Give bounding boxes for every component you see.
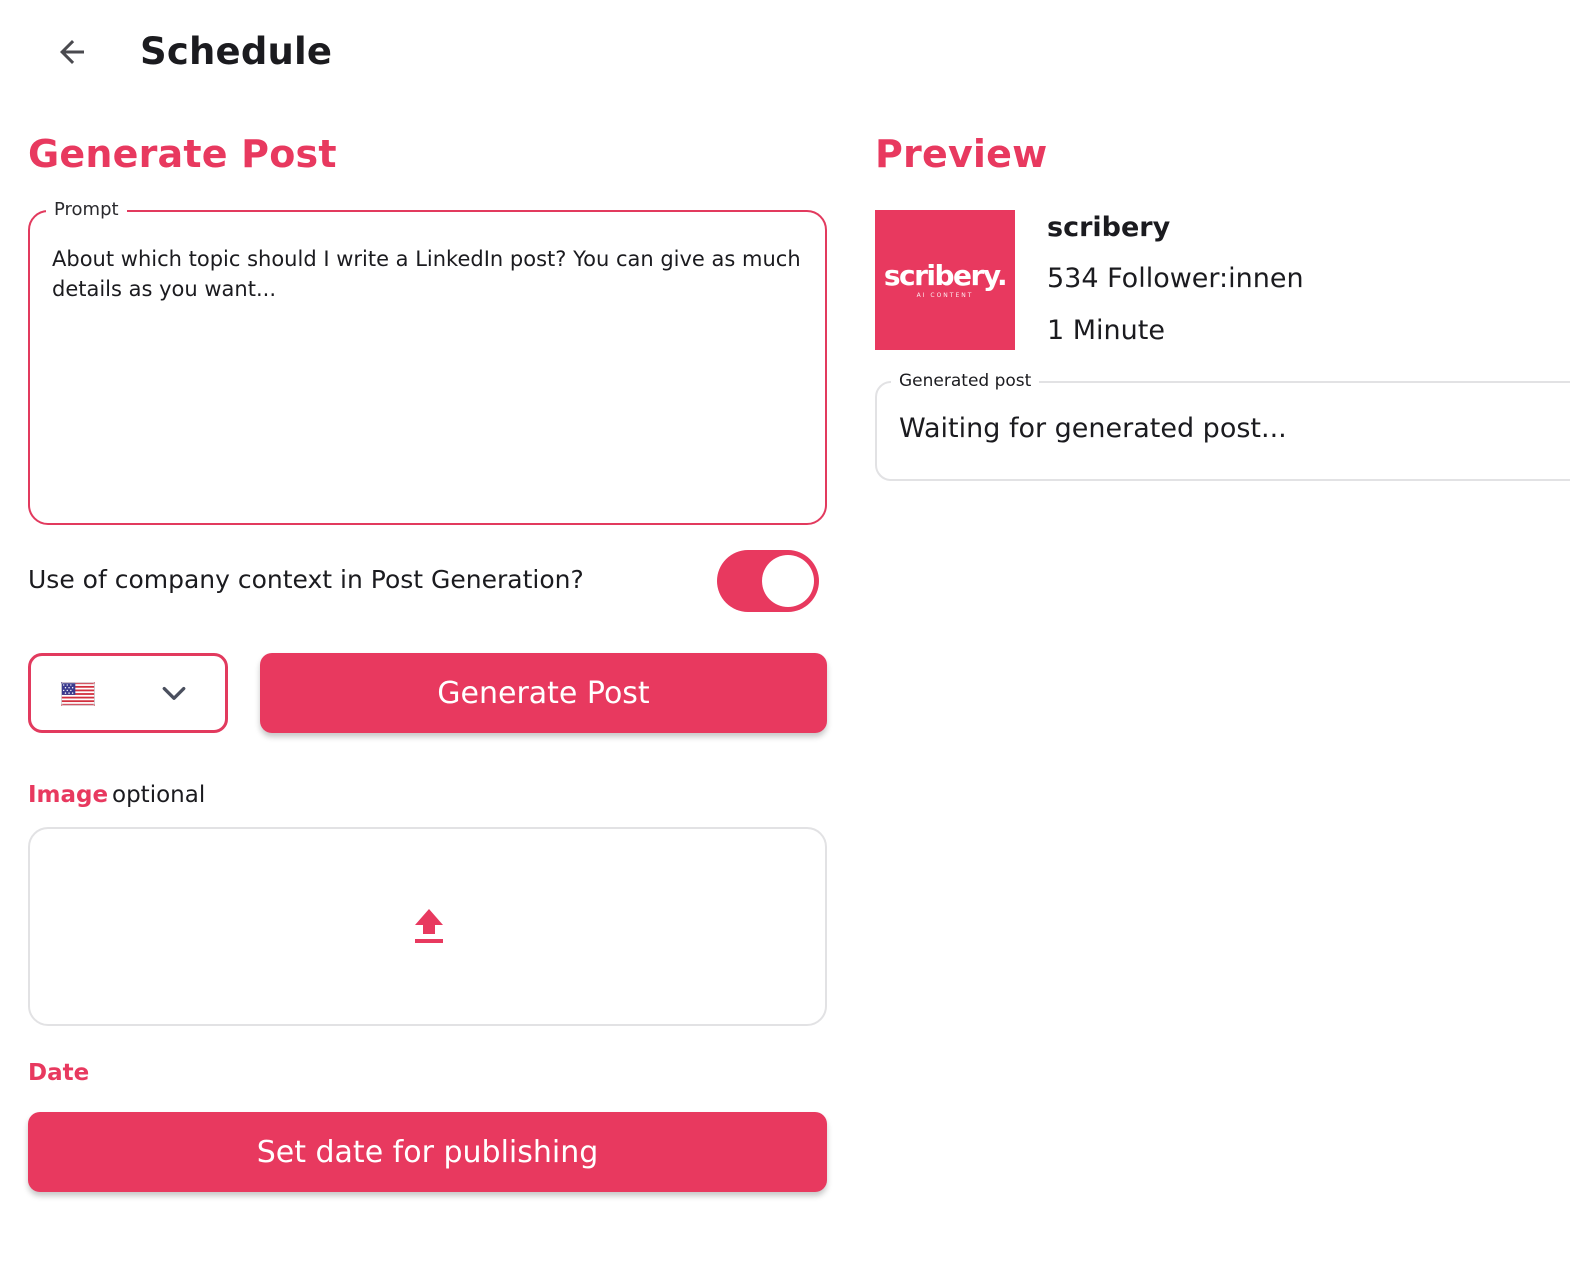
image-label: Image xyxy=(28,782,109,808)
logo-subtext: AI CONTENT xyxy=(916,292,974,299)
company-context-label: Use of company context in Post Generatio… xyxy=(28,565,584,594)
generated-post-field: Generated post Waiting for generated pos… xyxy=(875,371,1570,481)
profile-followers: 534 Follower:innen xyxy=(1047,263,1304,294)
arrow-left-icon xyxy=(60,40,84,64)
profile-name: scribery xyxy=(1047,212,1171,243)
page-title: Schedule xyxy=(140,30,333,73)
post-time: 1 Minute xyxy=(1047,315,1165,346)
company-logo: scribery. AI CONTENT xyxy=(875,210,1015,350)
toggle-knob xyxy=(762,555,814,607)
schedule-page: Schedule Generate Post Prompt About whic… xyxy=(0,0,1570,1272)
generate-post-heading: Generate Post xyxy=(28,132,337,176)
preview-heading: Preview xyxy=(875,132,1048,176)
date-label: Date xyxy=(28,1060,90,1086)
generate-post-button[interactable]: Generate Post xyxy=(260,653,827,733)
prompt-input[interactable]: About which topic should I write a Linke… xyxy=(52,244,802,304)
generated-post-text: Waiting for generated post... xyxy=(899,413,1287,444)
language-select[interactable] xyxy=(28,653,228,733)
prompt-field[interactable]: Prompt About which topic should I write … xyxy=(28,199,827,525)
chevron-down-icon xyxy=(162,686,186,700)
company-context-toggle[interactable] xyxy=(717,550,819,612)
logo-text: scribery. xyxy=(883,259,1008,292)
image-upload-area[interactable] xyxy=(28,827,827,1026)
prompt-label: Prompt xyxy=(46,199,127,220)
set-date-button[interactable]: Set date for publishing xyxy=(28,1112,827,1192)
back-button[interactable] xyxy=(48,28,96,76)
image-optional-text: optional xyxy=(112,782,206,808)
us-flag-icon xyxy=(61,682,95,706)
generated-post-label: Generated post xyxy=(891,371,1040,391)
upload-icon xyxy=(415,909,443,943)
